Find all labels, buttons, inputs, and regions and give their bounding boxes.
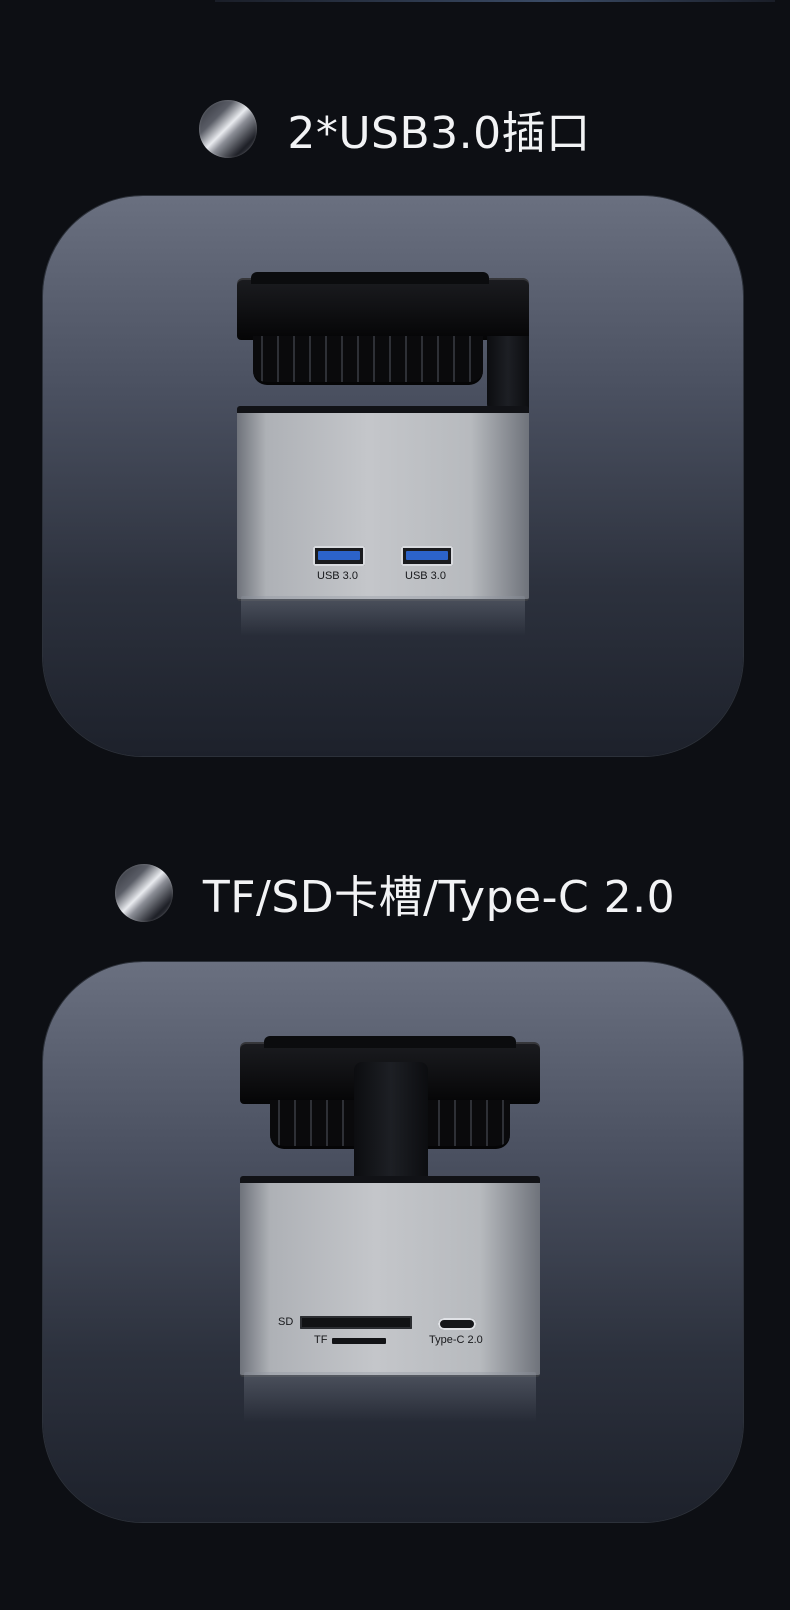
hub-body: USB 3.0 USB 3.0: [237, 406, 529, 601]
section-title: TF/SD卡槽/Type-C 2.0: [202, 872, 676, 923]
hub-body: SD TF Type-C 2.0: [240, 1176, 540, 1377]
section-heading-card-typec: TF/SD卡槽/Type-C 2.0: [0, 858, 790, 928]
section-heading-usb: 2*USB3.0插口: [0, 94, 790, 164]
tf-label: TF: [314, 1334, 328, 1346]
device-reflection: [241, 596, 525, 636]
tf-card-slot: [332, 1338, 386, 1344]
product-panel-card-typec: SD TF Type-C 2.0: [43, 962, 743, 1522]
phone-clip: [354, 1062, 428, 1182]
usb-port-1: [313, 546, 365, 566]
usb-port-1-label: USB 3.0: [317, 570, 358, 582]
typec-label: Type-C 2.0: [429, 1334, 483, 1346]
cooling-fan-cap: [237, 272, 529, 340]
sd-label: SD: [278, 1316, 294, 1328]
device-reflection: [244, 1372, 536, 1422]
top-divider: [215, 0, 775, 2]
hub-device-image: USB 3.0 USB 3.0: [237, 272, 529, 636]
fan-fins: [253, 336, 483, 385]
chrome-orb-icon: [114, 864, 173, 922]
phone-clip: [487, 336, 529, 412]
hub-device-image: SD TF Type-C 2.0: [240, 1036, 540, 1422]
usb-port-2: [401, 546, 453, 566]
product-panel-usb: USB 3.0 USB 3.0: [43, 196, 743, 756]
typec-port: [438, 1318, 476, 1330]
chrome-orb-icon: [199, 100, 258, 158]
section-title: 2*USB3.0插口: [287, 108, 591, 159]
sd-card-slot: [300, 1316, 412, 1329]
usb-port-2-label: USB 3.0: [405, 570, 446, 582]
